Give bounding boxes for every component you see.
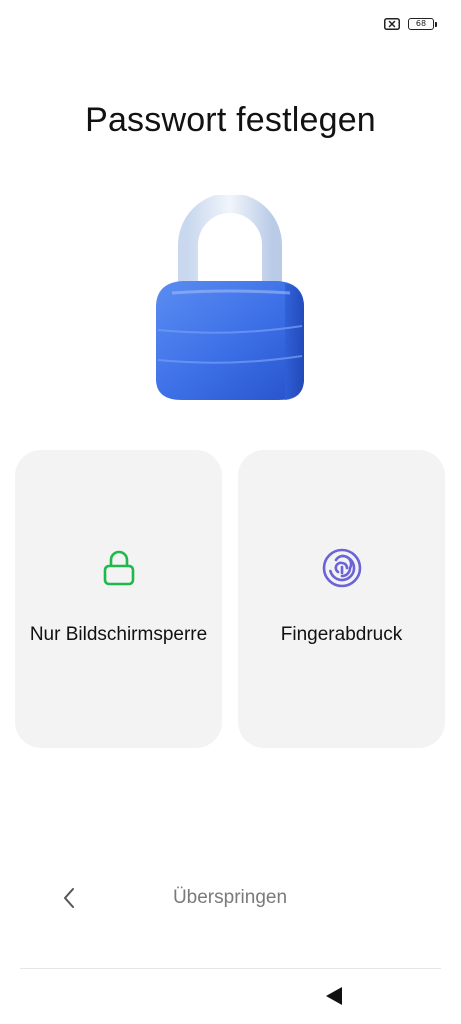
chevron-left-icon (64, 888, 74, 908)
option-label: Nur Bildschirmsperre (29, 624, 208, 645)
option-card-screen-lock[interactable]: Nur Bildschirmsperre (15, 450, 222, 748)
battery-level: 68 (408, 18, 434, 30)
option-label: Fingerabdruck (280, 624, 403, 645)
fingerprint-icon (322, 548, 361, 588)
back-button[interactable] (55, 884, 83, 912)
battery-icon: 68 (408, 18, 437, 30)
status-bar: 68 (384, 14, 437, 34)
skip-button[interactable]: Überspringen (130, 887, 330, 909)
nav-divider (20, 968, 441, 969)
page-title: Passwort festlegen (85, 101, 376, 139)
sim-no-signal-icon (384, 18, 400, 30)
lock-icon (103, 550, 134, 586)
padlock-illustration (156, 195, 304, 400)
triangle-back-icon[interactable] (324, 985, 344, 1007)
option-card-fingerprint[interactable]: Fingerabdruck (238, 450, 445, 748)
